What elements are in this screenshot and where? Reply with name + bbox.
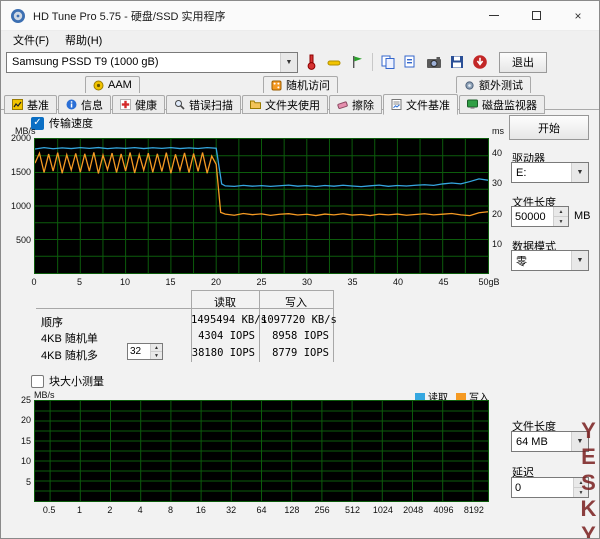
tab-erase[interactable]: 擦除 xyxy=(329,95,382,114)
tab-benchmark[interactable]: 基准 xyxy=(4,95,57,114)
chart1-y-axis-left: 200015001000500 xyxy=(3,138,32,274)
copy-image-icon[interactable] xyxy=(401,52,421,72)
row-label-4k-single: 4KB 随机单 xyxy=(41,330,98,346)
info-icon xyxy=(66,99,77,110)
gear-icon xyxy=(464,80,475,91)
minimize-button[interactable] xyxy=(473,1,515,30)
block-size-checkbox[interactable]: 块大小测量 xyxy=(31,373,104,389)
menubar: 文件(F) 帮助(H) xyxy=(1,31,599,49)
chart2-x-axis: 0.512481632641282565121024204840968192 xyxy=(34,505,489,516)
queue-down-icon[interactable]: ▼ xyxy=(151,351,162,359)
window-title: HD Tune Pro 5.75 - 硬盘/SSD 实用程序 xyxy=(33,8,226,24)
4k-multi-write-value: 8779 IOPS xyxy=(261,347,329,359)
folder-icon xyxy=(250,99,261,110)
file-length2-combobox[interactable]: 64 MB ▼ xyxy=(511,431,589,452)
4k-single-write-value: 8958 IOPS xyxy=(261,330,329,342)
drive-select-value: Samsung PSSD T9 (1000 gB) xyxy=(12,56,159,68)
queue-up-icon[interactable]: ▲ xyxy=(151,344,162,351)
delay-up-icon[interactable]: ▲ xyxy=(574,478,588,487)
chart2-y-axis-unit: MB/s xyxy=(34,390,55,400)
tab-random-access[interactable]: 随机访问 xyxy=(263,76,338,93)
delay-input[interactable] xyxy=(512,478,573,497)
file-length-input[interactable] xyxy=(512,207,553,226)
toolbar: Samsung PSSD T9 (1000 gB) ▼ 退出 xyxy=(1,49,599,75)
tab-row-main: 基准 信息 健康 错误扫描 文件夹使用 擦除 文件基准 磁盘监视器 xyxy=(1,93,599,114)
titlebar: HD Tune Pro 5.75 - 硬盘/SSD 实用程序 × xyxy=(1,1,599,31)
tab-file-benchmark[interactable]: 文件基准 xyxy=(383,94,458,115)
flag-icon[interactable] xyxy=(347,52,367,72)
file-benchmark-icon xyxy=(391,99,402,110)
row-label-4k-multi: 4KB 随机多 xyxy=(41,347,98,363)
menu-file[interactable]: 文件(F) xyxy=(5,31,57,49)
update-download-icon[interactable] xyxy=(470,52,490,72)
tab-extra-tests[interactable]: 额外测试 xyxy=(456,76,531,93)
tab-info[interactable]: 信息 xyxy=(58,95,111,114)
row-label-sequential: 顺序 xyxy=(41,314,63,330)
monitor-icon xyxy=(467,99,478,110)
queue-depth-input[interactable] xyxy=(128,344,150,359)
screenshot-camera-icon[interactable] xyxy=(424,52,444,72)
transfer-speed-chart xyxy=(34,138,489,274)
exit-button[interactable]: 退出 xyxy=(499,52,547,73)
eraser-icon xyxy=(337,99,348,110)
health-cross-icon xyxy=(120,99,131,110)
tab-disk-monitor[interactable]: 磁盘监视器 xyxy=(459,95,545,114)
start-button[interactable]: 开始 xyxy=(509,115,589,140)
transfer-speed-checkbox[interactable]: ✓ 传输速度 xyxy=(31,115,93,131)
tab-folder-usage[interactable]: 文件夹使用 xyxy=(242,95,328,114)
app-window: HD Tune Pro 5.75 - 硬盘/SSD 实用程序 × 文件(F) 帮… xyxy=(0,0,600,539)
save-icon[interactable] xyxy=(447,52,467,72)
file-length-down-icon[interactable]: ▼ xyxy=(554,216,568,226)
file-length2-value: 64 MB xyxy=(516,436,548,448)
menu-help[interactable]: 帮助(H) xyxy=(57,31,110,49)
block-size-chart xyxy=(34,400,489,502)
data-mode-value: 零 xyxy=(516,253,527,269)
tab-aam[interactable]: AAM xyxy=(85,76,140,93)
tab-health[interactable]: 健康 xyxy=(112,95,165,114)
copy-text-icon[interactable] xyxy=(378,52,398,72)
chart1-right-axis-unit: ms xyxy=(492,126,504,136)
4k-multi-read-value: 38180 IOPS xyxy=(191,347,255,359)
chevron-down-icon[interactable]: ▼ xyxy=(571,251,588,270)
chart1-x-axis: 05101520253035404550gB xyxy=(34,277,489,288)
seq-read-value: 1495494 KB/s xyxy=(191,314,255,326)
checkbox-unchecked-icon xyxy=(31,375,44,388)
drive-combobox[interactable]: E: ▼ xyxy=(511,162,589,183)
close-button[interactable]: × xyxy=(557,1,599,30)
drive-select-combobox[interactable]: Samsung PSSD T9 (1000 gB) ▼ xyxy=(6,52,298,73)
benchmark-chart-icon xyxy=(12,99,23,110)
tab-row-top: AAM 随机访问 额外测试 xyxy=(1,75,599,93)
seq-write-value: 1097720 KB/s xyxy=(261,314,329,326)
toolbar-separator xyxy=(372,53,373,71)
chevron-down-icon[interactable]: ▼ xyxy=(571,163,588,182)
delay-down-icon[interactable]: ▼ xyxy=(574,487,588,497)
magnifier-icon xyxy=(174,99,185,110)
file-length-up-icon[interactable]: ▲ xyxy=(554,207,568,216)
data-mode-combobox[interactable]: 零 ▼ xyxy=(511,250,589,271)
aam-icon xyxy=(93,80,104,91)
app-icon xyxy=(10,8,26,24)
temperature-icon[interactable] xyxy=(301,52,321,72)
tab-error-scan[interactable]: 错误扫描 xyxy=(166,95,241,114)
col-header-read: 读取 xyxy=(192,294,258,310)
queue-depth-stepper[interactable]: ▲ ▼ xyxy=(127,343,163,360)
chart1-y-axis-right: 40302010 xyxy=(492,138,512,274)
aam-level-icon[interactable] xyxy=(324,52,344,72)
drive-combobox-value: E: xyxy=(516,167,526,179)
file-benchmark-page: ✓ 传输速度 MB/s ms 200015001000500 40302010 … xyxy=(1,109,600,539)
file-length-stepper[interactable]: ▲ ▼ xyxy=(511,206,569,227)
results-table: 读取 写入 顺序 1495494 KB/s 1097720 KB/s 4KB 随… xyxy=(1,290,501,364)
dice-icon xyxy=(271,80,282,91)
chart2-y-axis: 252015105 xyxy=(3,400,32,502)
col-header-write: 写入 xyxy=(260,294,332,310)
maximize-button[interactable] xyxy=(515,1,557,30)
file-length-unit: MB xyxy=(574,210,591,222)
chevron-down-icon[interactable]: ▼ xyxy=(571,432,588,451)
window-controls: × xyxy=(473,1,599,30)
4k-single-read-value: 4304 IOPS xyxy=(191,330,255,342)
delay-stepper[interactable]: ▲ ▼ xyxy=(511,477,589,498)
chevron-down-icon[interactable]: ▼ xyxy=(280,53,297,72)
